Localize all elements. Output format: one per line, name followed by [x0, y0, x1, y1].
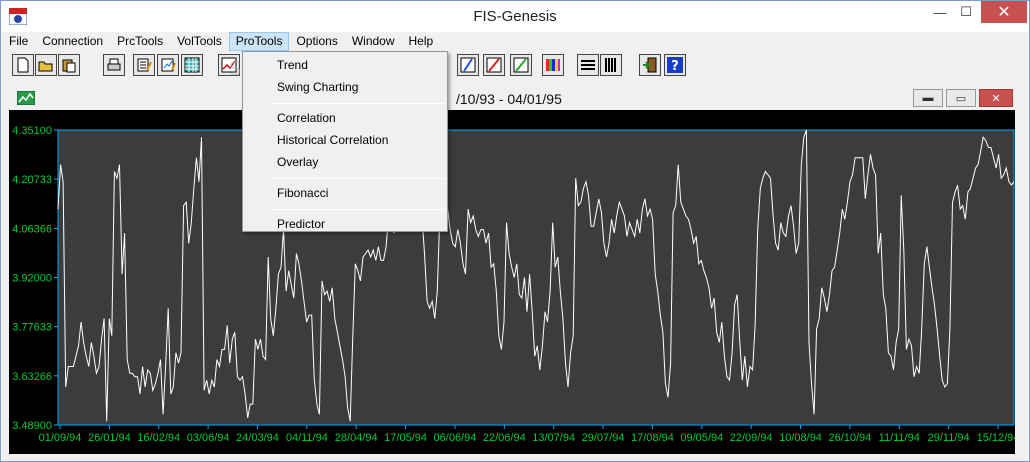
horizontal-bars-icon: [581, 60, 595, 70]
x-tick-label: 03/06/94: [187, 432, 230, 444]
menu-item-historical-correlation[interactable]: Historical Correlation: [245, 130, 445, 150]
menu-item-correlation[interactable]: Correlation: [245, 108, 445, 128]
minimize-button[interactable]: —: [927, 1, 953, 23]
x-tick-label: 10/08/94: [779, 432, 822, 444]
print-tool-button[interactable]: [103, 54, 125, 76]
menu-item-predictor[interactable]: Predictor: [245, 214, 445, 234]
menu-voltools[interactable]: VolTools: [170, 32, 229, 51]
menu-item-overlay[interactable]: Overlay: [245, 152, 445, 172]
x-tick-label: 13/07/94: [532, 432, 575, 444]
pen-blue-icon: [460, 57, 476, 73]
y-tick-label: 3.77633: [12, 322, 52, 334]
menu-prctools[interactable]: PrcTools: [110, 32, 170, 51]
menu-options[interactable]: Options: [289, 32, 344, 51]
menu-item-swing-charting[interactable]: Swing Charting: [245, 77, 445, 97]
x-tick-label: 11/11/94: [879, 432, 920, 444]
y-tick-label: 4.06366: [12, 223, 52, 235]
exit-door-tool-button[interactable]: [639, 54, 661, 76]
x-tick-label: 01/09/94: [39, 432, 82, 444]
x-tick-label: 17/05/94: [384, 432, 427, 444]
menu-separator: [273, 103, 445, 104]
open-folder-icon: [38, 61, 53, 72]
menu-window[interactable]: Window: [345, 32, 402, 51]
vertical-bars-tool-button[interactable]: [600, 54, 622, 76]
edit-list-tool-button[interactable]: [133, 54, 155, 76]
help-icon: ?: [667, 57, 683, 74]
x-tick-label: 22/06/94: [483, 432, 526, 444]
x-tick-label: 04/11/94: [286, 432, 328, 444]
mdi-workspace: /10/93 - 04/01/95 ▬ ▭ ✕ 4.35100 4.20733 4.…: [2, 79, 1028, 461]
y-tick-label: 4.35100: [12, 125, 52, 137]
chart-window-title-bar[interactable]: /10/93 - 04/01/95 ▬ ▭ ✕: [9, 86, 1015, 110]
x-tick-label: 26/01/94: [88, 432, 131, 444]
edit-chart-tool-button[interactable]: [157, 54, 179, 76]
menu-item-trend[interactable]: Trend: [245, 55, 445, 75]
toolbar: ?: [2, 51, 1028, 79]
title-bar[interactable]: FIS-Genesis — ☐ ✕: [1, 1, 1029, 32]
paste-icon: [62, 59, 76, 73]
x-tick-label: 06/06/94: [434, 432, 477, 444]
grid-icon: [184, 57, 200, 73]
protools-dropdown-menu: Trend Swing Charting Correlation Historical…: [242, 51, 448, 232]
new-file-icon: [17, 57, 29, 73]
edit-chart-icon: [161, 58, 176, 72]
menu-separator: [273, 209, 445, 210]
chart-window-icon: [17, 91, 35, 105]
menu-connection[interactable]: Connection: [35, 32, 110, 51]
close-button[interactable]: ✕: [981, 1, 1027, 23]
x-tick-label: 29/07/94: [582, 432, 625, 444]
new-file-tool-button[interactable]: [12, 54, 34, 76]
y-tick-label: 3.63266: [12, 371, 52, 383]
vertical-bars-icon: [605, 58, 616, 72]
svg-text:?: ?: [671, 59, 679, 74]
x-tick-label: 29/11/94: [928, 432, 970, 444]
x-tick-label: 26/10/94: [828, 432, 871, 444]
pen-green-tool-button[interactable]: [510, 54, 532, 76]
window-title: FIS-Genesis: [473, 8, 557, 25]
x-tick-label: 15/12/94: [977, 432, 1015, 444]
menu-help[interactable]: Help: [402, 32, 441, 51]
chart-area[interactable]: 4.35100 4.20733 4.06366 3.92000 3.77633 3.632…: [9, 110, 1015, 454]
line-chart-icon: [221, 57, 237, 73]
x-tick-label: 28/04/94: [335, 432, 378, 444]
chart-window-title: /10/93 - 04/01/95: [456, 91, 562, 107]
x-tick-label: 17/08/94: [631, 432, 674, 444]
price-chart[interactable]: 4.35100 4.20733 4.06366 3.92000 3.77633 3.632…: [9, 110, 1015, 454]
menu-bar: File Connection PrcTools VolTools ProTools Op…: [2, 32, 1028, 51]
chart-maximize-button[interactable]: ▭: [946, 89, 976, 107]
menu-file[interactable]: File: [2, 32, 35, 51]
color-bars-icon: [546, 59, 560, 71]
help-tool-button[interactable]: ?: [664, 54, 686, 76]
pen-green-icon: [513, 57, 529, 73]
maximize-button[interactable]: ☐: [953, 1, 979, 23]
grid-tool-button[interactable]: [181, 54, 203, 76]
edit-list-icon: [137, 58, 152, 72]
menu-item-fibonacci[interactable]: Fibonacci: [245, 183, 445, 203]
x-tick-label: 24/03/94: [236, 432, 279, 444]
y-tick-label: 3.92000: [12, 273, 52, 285]
x-tick-label: 09/05/94: [680, 432, 723, 444]
menu-separator: [273, 178, 445, 179]
x-tick-label: 16/02/94: [137, 432, 180, 444]
pen-red-tool-button[interactable]: [483, 54, 505, 76]
pen-blue-tool-button[interactable]: [457, 54, 479, 76]
horizontal-bars-tool-button[interactable]: [577, 54, 599, 76]
color-bars-tool-button[interactable]: [542, 54, 564, 76]
line-chart-tool-button[interactable]: [218, 54, 240, 76]
x-tick-label: 22/09/94: [730, 432, 773, 444]
chart-close-button[interactable]: ✕: [979, 89, 1013, 107]
paste-tool-button[interactable]: [58, 54, 80, 76]
menu-protools[interactable]: ProTools: [228, 32, 290, 51]
app-window: FIS-Genesis — ☐ ✕ File Connection PrcTools…: [0, 0, 1030, 462]
chart-minimize-button[interactable]: ▬: [913, 89, 943, 107]
print-icon: [107, 58, 121, 71]
pen-red-icon: [486, 57, 502, 73]
exit-door-icon: [643, 57, 657, 73]
y-tick-label: 3.48900: [12, 420, 52, 432]
y-tick-label: 4.20733: [12, 174, 52, 186]
open-folder-tool-button[interactable]: [35, 54, 57, 76]
